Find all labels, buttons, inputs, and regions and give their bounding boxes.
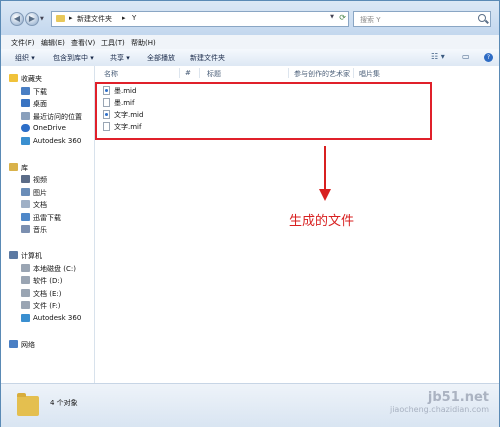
status-bar: 4 个对象 jb51.net jiaocheng.chazidian.com [1,383,499,427]
organize-button[interactable]: 组织 ▾ [15,53,35,63]
nav-onedrive[interactable]: OneDrive [33,124,66,132]
drive-d-icon [21,276,30,284]
search-placeholder: 搜索 Y [360,16,381,24]
watermark-line1: jb51.net [427,390,489,405]
menu-view[interactable]: 查看(V) [71,38,95,48]
nav-network[interactable]: 网络 [21,340,35,350]
documents-icon [21,200,30,208]
include-in-library-button[interactable]: 包含到库中 ▾ [53,53,94,63]
nav-drive-f[interactable]: 文件 (F:) [33,301,61,311]
autodesk-icon [21,314,30,322]
column-divider [199,68,200,78]
folder-icon [56,15,65,22]
arrow-head-icon [319,189,331,201]
new-folder-button[interactable]: 新建文件夹 [190,53,225,63]
music-icon [21,225,30,233]
annotation-text: 生成的文件 [289,214,355,229]
address-row: ◀ ▶ ▼ ▸ 新建文件夹 ▸ Y ▼ ⟳ 搜索 Y [1,1,499,35]
thunder-download-icon [21,213,30,221]
downloads-icon [21,87,30,95]
nav-pictures[interactable]: 图片 [33,188,47,198]
nav-recent[interactable]: 最近访问的位置 [33,112,82,122]
menu-help[interactable]: 帮助(H) [131,38,156,48]
column-title[interactable]: 标题 [207,69,221,79]
command-bar: 组织 ▾ 包含到库中 ▾ 共享 ▾ 全部播放 新建文件夹 ☷ ▾ ▭ ? [1,49,499,67]
breadcrumb-sep-icon: ▸ [69,14,73,22]
breadcrumb-sep-icon: ▸ [122,14,126,22]
column-name[interactable]: 名称 [104,69,118,79]
share-button[interactable]: 共享 ▾ [110,53,130,63]
nav-drive-d[interactable]: 软件 (D:) [33,276,62,286]
explorer-window: ◀ ▶ ▼ ▸ 新建文件夹 ▸ Y ▼ ⟳ 搜索 Y 文件(F) 编辑(E) 查… [0,0,500,427]
nav-autodesk-360-2[interactable]: Autodesk 360 [33,314,81,322]
folder-large-icon [17,393,39,416]
video-icon [21,175,30,183]
desktop-icon [21,99,30,107]
favorites-star-icon [9,74,18,82]
item-count: 4 个对象 [50,399,78,407]
column-divider [288,68,289,78]
change-view-icon[interactable]: ☷ ▾ [431,52,445,61]
breadcrumb-current[interactable]: Y [132,14,136,22]
nav-documents[interactable]: 文档 [33,200,47,210]
nav-drive-e[interactable]: 文档 (E:) [33,289,61,299]
drive-e-icon [21,289,30,297]
menu-edit[interactable]: 编辑(E) [41,38,65,48]
nav-downloads[interactable]: 下载 [33,87,47,97]
nav-desktop[interactable]: 桌面 [33,99,47,109]
recent-places-icon [21,112,30,120]
help-icon[interactable]: ? [484,53,493,62]
menu-file[interactable]: 文件(F) [11,38,35,48]
menu-tools[interactable]: 工具(T) [101,38,125,48]
column-artists[interactable]: 参与创作的艺术家 [294,69,350,79]
column-album[interactable]: 唱片集 [359,69,380,79]
onedrive-icon [21,124,30,132]
refresh-icon[interactable]: ⟳ [339,13,346,22]
nav-drive-c[interactable]: 本地磁盘 (C:) [33,264,76,274]
column-number[interactable]: # [185,69,191,77]
recent-pages-dropdown-icon[interactable]: ▼ [40,16,44,22]
drive-f-icon [21,301,30,309]
library-icon [9,163,18,171]
network-icon [9,340,18,348]
nav-computer[interactable]: 计算机 [21,251,42,261]
preview-pane-icon[interactable]: ▭ [462,52,470,61]
navigation-pane: 收藏夹 下载 桌面 最近访问的位置 OneDrive Autodesk 360 … [1,66,95,383]
nav-video[interactable]: 视频 [33,175,47,185]
nav-autodesk-360[interactable]: Autodesk 360 [33,137,81,145]
play-all-button[interactable]: 全部播放 [147,53,175,63]
drive-c-icon [21,264,30,272]
computer-icon [9,251,18,259]
back-button[interactable]: ◀ [10,12,24,26]
menu-bar: 文件(F) 编辑(E) 查看(V) 工具(T) 帮助(H) [1,35,499,50]
breadcrumb-parent[interactable]: 新建文件夹 [77,14,112,24]
arrow-shaft [324,146,326,191]
nav-library[interactable]: 库 [21,163,28,173]
address-dropdown-icon[interactable]: ▼ [330,14,334,20]
autodesk-icon [21,137,30,145]
watermark: jb51.net jiaocheng.chazidian.com [390,390,489,414]
column-divider [179,68,180,78]
address-bar[interactable]: ▸ 新建文件夹 ▸ Y ▼ ⟳ [51,11,349,27]
watermark-line2: jiaocheng.chazidian.com [389,405,489,414]
pictures-icon [21,188,30,196]
nav-music[interactable]: 音乐 [33,225,47,235]
nav-favorites[interactable]: 收藏夹 [21,74,42,84]
search-input[interactable]: 搜索 Y [353,11,491,27]
forward-button[interactable]: ▶ [25,12,39,26]
column-divider [353,68,354,78]
search-icon[interactable] [478,14,486,22]
nav-thunder[interactable]: 迅雷下载 [33,213,61,223]
highlight-box [95,82,432,140]
